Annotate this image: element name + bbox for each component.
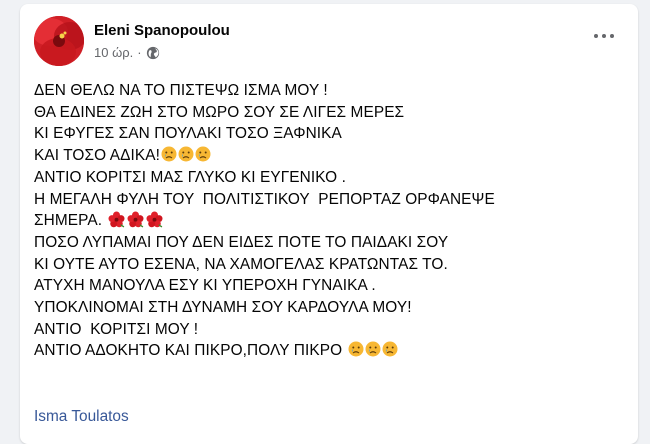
text-line: Η ΜΕΓΑΛΗ ΦΥΛΗ ΤΟΥ ΠΟΛΙΤΙΣΤΙΚΟΥ ΡΕΠΟΡΤΑΖ … [34, 190, 495, 208]
more-options-icon[interactable] [588, 26, 620, 46]
text-line: ΠΟΣΟ ΛΥΠΑΜΑΙ ΠΟΥ ΔΕΝ ΕΙΔΕΣ ΠΟΤΕ ΤΟ ΠΑΙΔΑ… [34, 233, 449, 251]
crying-face-emoji [348, 341, 364, 357]
hibiscus-emoji [109, 211, 125, 228]
text-line: ΑΝΤΙΟ ΚΟΡΙΤΣΙ ΜΟΥ ! [34, 320, 199, 338]
tagged-person-link[interactable]: Isma Toulatos [34, 408, 129, 426]
post-time[interactable]: 10 ώρ. [94, 45, 133, 60]
text-line: ΚΙ ΕΦΥΓΕΣ ΣΑΝ ΠΟΥΛΑΚΙ ΤΟΣΟ ΞΑΦΝΙΚΑ [34, 125, 342, 143]
crying-face-emoji [161, 146, 177, 162]
text-line: ΑΝΤΙΟ ΑΔΟΚΗΤΟ ΚΑΙ ΠΙΚΡΟ,ΠΟΛΥ ΠΙΚΡΟ [34, 342, 347, 360]
post-text: ΔΕΝ ΘΕΛΩ ΝΑ ΤΟ ΠΙΣΤΕΨΩ ΙΣΜΑ ΜΟΥ ! ΘΑ ΕΔΙ… [34, 80, 624, 362]
crying-face-emoji [382, 341, 398, 357]
post-card: Eleni Spanopoulou 10 ώρ. · ΔΕΝ ΘΕΛΩ ΝΑ Τ… [20, 4, 638, 444]
text-line: ΚΙ ΟΥΤΕ ΑΥΤΟ ΕΣΕΝΑ, ΝΑ ΧΑΜΟΓΕΛΑΣ ΚΡΑΤΩΝΤ… [34, 255, 448, 273]
text-line-with-emoji: ΚΑΙ ΤΟΣΟ ΑΔΙΚΑ! [34, 145, 624, 167]
crying-face-emoji [365, 341, 381, 357]
text-line-with-emoji: ΣΗΜΕΡΑ. [34, 210, 624, 232]
post-meta: 10 ώρ. · [94, 45, 160, 60]
text-line: ΥΠΟΚΛΙΝΟΜΑΙ ΣΤΗ ΔΥΝΑΜΗ ΣΟΥ ΚΑΡΔΟΥΛΑ ΜΟΥ! [34, 299, 412, 317]
text-line: ΔΕΝ ΘΕΛΩ ΝΑ ΤΟ ΠΙΣΤΕΨΩ ΙΣΜΑ ΜΟΥ ! [34, 82, 328, 99]
hibiscus-avatar-image [34, 16, 84, 66]
crying-face-emoji [178, 146, 194, 162]
text-line: ΚΑΙ ΤΟΣΟ ΑΔΙΚΑ! [34, 147, 160, 165]
crying-face-emoji [195, 146, 211, 162]
text-line: ΘΑ ΕΔΙΝΕΣ ΖΩΗ ΣΤΟ ΜΩΡΟ ΣΟΥ ΣΕ ΛΙΓΕΣ ΜΕΡΕ… [34, 103, 405, 121]
meta-separator: · [137, 45, 142, 60]
globe-icon[interactable] [146, 46, 160, 60]
hibiscus-emoji [128, 211, 144, 228]
author-name[interactable]: Eleni Spanopoulou [94, 22, 230, 39]
text-line: ΣΗΜΕΡΑ. [34, 212, 107, 230]
text-line-with-emoji: ΑΝΤΙΟ ΑΔΟΚΗΤΟ ΚΑΙ ΠΙΚΡΟ,ΠΟΛΥ ΠΙΚΡΟ [34, 340, 624, 362]
text-line: ΑΤΥΧΗ ΜΑΝΟΥΛΑ ΕΣΥ ΚΙ ΥΠΕΡΟΧΗ ΓΥΝΑΙΚΑ . [34, 277, 376, 295]
avatar[interactable] [34, 16, 84, 66]
hibiscus-emoji [147, 211, 163, 228]
text-line: ΑΝΤΙΟ ΚΟΡΙΤΣΙ ΜΑΣ ΓΛΥΚΟ ΚΙ ΕΥΓΕΝΙΚΟ . [34, 168, 346, 186]
